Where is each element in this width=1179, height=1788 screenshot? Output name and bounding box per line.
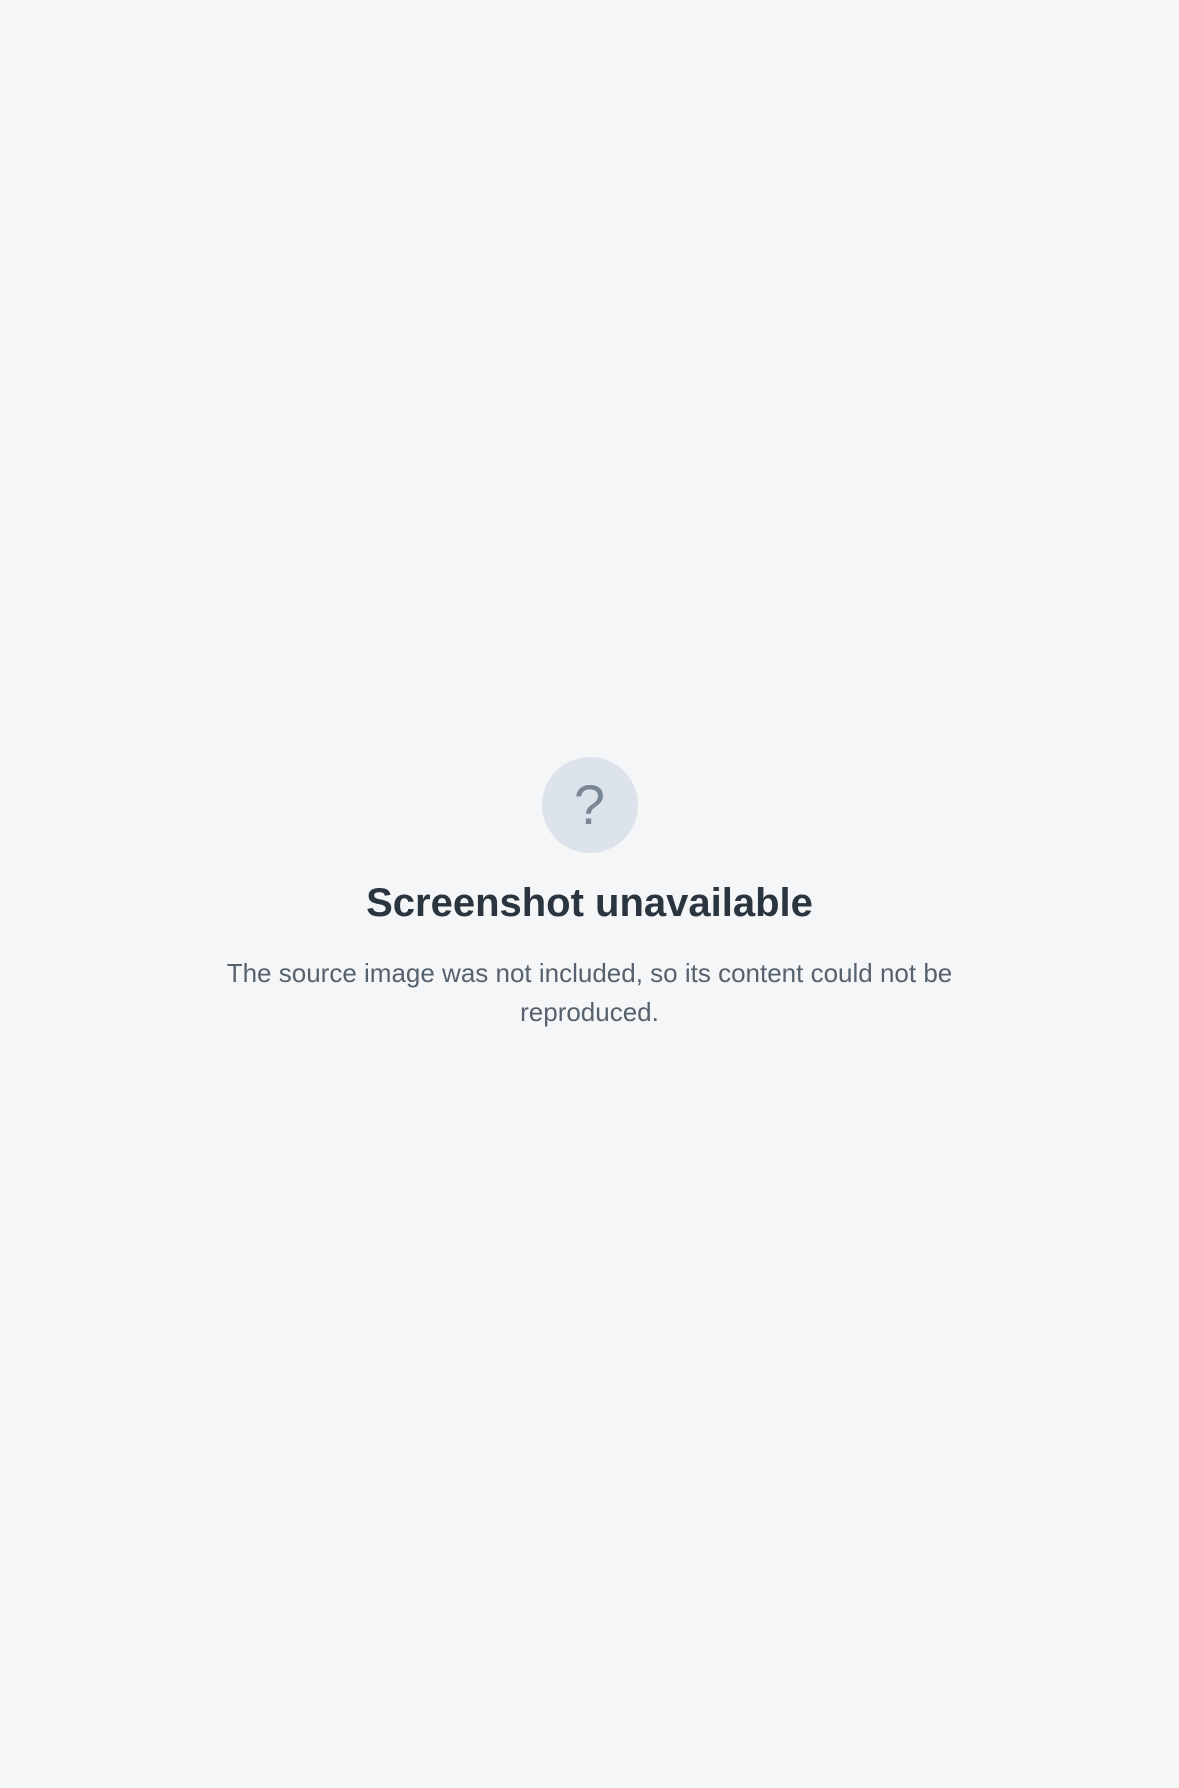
image-icon: ?: [541, 756, 638, 853]
notice-body: The source image was not included, so it…: [226, 957, 953, 1027]
notice-title: Screenshot unavailable: [366, 880, 813, 925]
placeholder-frame: ? Screenshot unavailable The source imag…: [0, 0, 1179, 1788]
